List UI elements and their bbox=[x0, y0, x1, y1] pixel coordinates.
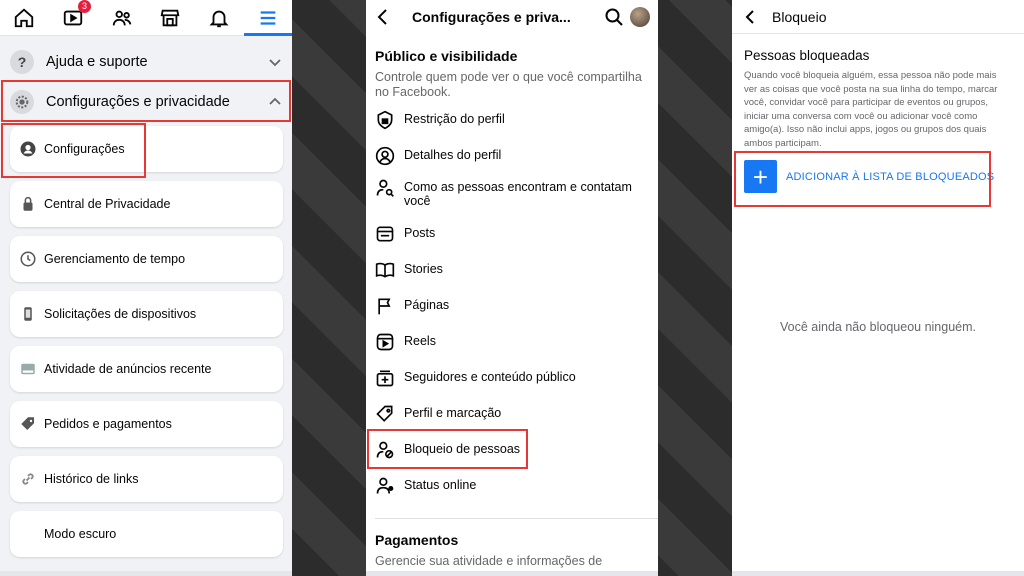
friends-tab[interactable] bbox=[108, 4, 136, 32]
tag-icon bbox=[18, 414, 38, 434]
link-icon bbox=[18, 469, 38, 489]
question-icon: ? bbox=[10, 50, 34, 74]
settings-header: Configurações e priva... bbox=[366, 0, 658, 34]
store-icon bbox=[160, 9, 180, 26]
option-pages[interactable]: Páginas bbox=[366, 296, 658, 316]
chevron-down-icon bbox=[269, 59, 281, 67]
divider bbox=[375, 518, 658, 519]
lock-icon bbox=[18, 194, 38, 214]
clock-icon bbox=[18, 249, 38, 269]
user-search-icon bbox=[375, 178, 395, 198]
menu-item-orders-payments[interactable]: Pedidos e pagamentos bbox=[10, 401, 283, 447]
menu-item-label: Atividade de anúncios recente bbox=[44, 362, 212, 376]
phone-icon bbox=[18, 304, 38, 324]
bottom-edge bbox=[0, 571, 292, 576]
book-icon bbox=[375, 260, 395, 280]
option-label: Seguidores e conteúdo público bbox=[404, 370, 576, 384]
back-arrow-icon[interactable] bbox=[742, 9, 758, 25]
option-profile-restriction[interactable]: Restrição do perfil bbox=[366, 110, 658, 130]
blocking-panel: Bloqueio Pessoas bloqueadas Quando você … bbox=[732, 0, 1024, 576]
menu-panel: 3 ? Ajuda e suporte Configurações e priv… bbox=[0, 0, 292, 576]
menu-tab[interactable] bbox=[243, 4, 292, 36]
notification-badge: 3 bbox=[77, 0, 91, 13]
option-profile-tagging[interactable]: Perfil e marcação bbox=[366, 404, 658, 424]
menu-item-recent-ad-activity[interactable]: Atividade de anúncios recente bbox=[10, 346, 283, 392]
page-title: Configurações e priva... bbox=[412, 9, 571, 25]
menu-item-label: Pedidos e pagamentos bbox=[44, 417, 172, 431]
highlight-box bbox=[367, 429, 528, 469]
hamburger-icon bbox=[260, 10, 275, 25]
bell-icon bbox=[209, 10, 229, 27]
menu-item-label: Histórico de links bbox=[44, 472, 139, 486]
menu-item-time-management[interactable]: Gerenciamento de tempo bbox=[10, 236, 283, 282]
marketplace-tab[interactable] bbox=[156, 4, 184, 32]
moon-icon bbox=[18, 524, 38, 544]
followers-icon bbox=[375, 368, 395, 388]
ad-icon bbox=[18, 359, 38, 379]
tag-icon bbox=[375, 404, 395, 424]
section-description: Controle quem pode ver o que você compar… bbox=[375, 70, 642, 99]
menu-item-dark-mode[interactable]: Modo escuro bbox=[10, 511, 283, 557]
blocking-description: Quando você bloqueia alguém, essa pessoa… bbox=[744, 70, 998, 149]
option-label: Perfil e marcação bbox=[404, 406, 502, 420]
section-label: Ajuda e suporte bbox=[46, 54, 148, 70]
option-label: Como as pessoas encontram e contatam voc… bbox=[404, 180, 632, 208]
option-followers-public-content[interactable]: Seguidores e conteúdo público bbox=[366, 368, 658, 388]
bottom-edge bbox=[366, 571, 658, 576]
settings-panel: Configurações e priva... Público e visib… bbox=[366, 0, 658, 576]
menu-item-label: Central de Privacidade bbox=[44, 197, 171, 211]
highlight-box bbox=[1, 80, 291, 122]
bottom-edge bbox=[732, 571, 1024, 576]
avatar[interactable] bbox=[630, 7, 650, 27]
option-label: Restrição do perfil bbox=[404, 112, 505, 126]
blocking-header: Bloqueio bbox=[732, 0, 1024, 34]
option-profile-details[interactable]: Detalhes do perfil bbox=[366, 146, 658, 166]
home-tab[interactable] bbox=[10, 4, 38, 32]
option-label: Status online bbox=[404, 478, 477, 492]
notifications-tab[interactable] bbox=[205, 4, 233, 32]
friends-icon bbox=[112, 10, 131, 25]
highlight-box bbox=[734, 151, 991, 207]
user-status-icon bbox=[375, 476, 395, 496]
section-title-payments: Pagamentos bbox=[375, 532, 459, 548]
option-label: Detalhes do perfil bbox=[404, 148, 502, 162]
option-online-status[interactable]: Status online bbox=[366, 476, 658, 496]
option-posts[interactable]: Posts bbox=[366, 224, 658, 244]
option-label: Reels bbox=[404, 334, 436, 348]
option-reels[interactable]: Reels bbox=[366, 332, 658, 352]
home-icon bbox=[15, 8, 34, 27]
back-arrow-icon[interactable] bbox=[374, 8, 392, 26]
section-help-support[interactable]: ? Ajuda e suporte bbox=[0, 42, 292, 82]
menu-item-label: Modo escuro bbox=[44, 527, 117, 541]
highlight-box bbox=[1, 123, 146, 178]
section-title: Público e visibilidade bbox=[375, 48, 518, 64]
blocked-people-heading: Pessoas bloqueadas bbox=[744, 48, 870, 63]
user-circle-icon bbox=[375, 146, 395, 166]
menu-item-label: Gerenciamento de tempo bbox=[44, 252, 186, 266]
shield-lock-icon bbox=[375, 110, 395, 130]
menu-item-device-requests[interactable]: Solicitações de dispositivos bbox=[10, 291, 283, 337]
option-stories[interactable]: Stories bbox=[366, 260, 658, 280]
menu-item-privacy-center[interactable]: Central de Privacidade bbox=[10, 181, 283, 227]
empty-state-message: Você ainda não bloqueou ninguém. bbox=[780, 320, 976, 334]
menu-item-link-history[interactable]: Histórico de links bbox=[10, 456, 283, 502]
reels-icon bbox=[375, 332, 395, 352]
flag-icon bbox=[375, 296, 395, 316]
menu-item-label: Solicitações de dispositivos bbox=[44, 307, 197, 321]
option-label: Páginas bbox=[404, 298, 450, 312]
video-tab[interactable]: 3 bbox=[59, 0, 91, 32]
section-description-payments: Gerencie sua atividade e informações de bbox=[375, 554, 603, 568]
top-navigation: 3 bbox=[0, 0, 292, 36]
option-label: Posts bbox=[404, 226, 436, 240]
post-icon bbox=[375, 224, 395, 244]
option-find-contact[interactable]: Como as pessoas encontram e contatam voc… bbox=[366, 178, 658, 208]
search-icon[interactable] bbox=[604, 7, 624, 27]
option-label: Stories bbox=[404, 262, 443, 276]
page-title: Bloqueio bbox=[772, 8, 827, 25]
